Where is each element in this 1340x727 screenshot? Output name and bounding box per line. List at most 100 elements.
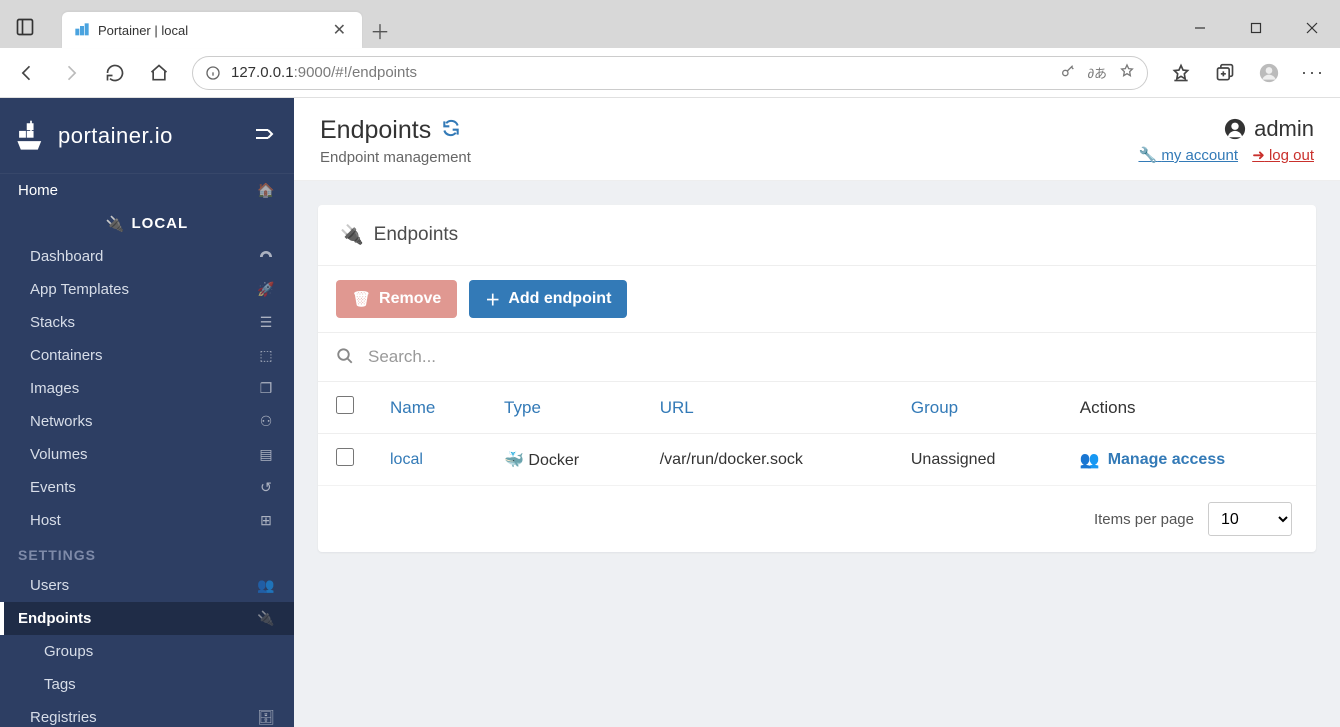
translate-icon[interactable]: ∂あ — [1088, 63, 1107, 82]
browser-tab[interactable]: Portainer | local ✕ — [62, 12, 362, 48]
tab-title: Portainer | local — [98, 23, 329, 38]
endpoint-group: Unassigned — [893, 434, 1062, 486]
endpoint-type: Docker — [528, 452, 579, 469]
wrench-icon: 🔧 — [1138, 147, 1157, 164]
database-icon: 🗄 — [256, 709, 276, 726]
sidebar-item-events[interactable]: Events↺ — [0, 471, 294, 504]
window-controls — [1172, 8, 1340, 48]
search-icon — [336, 347, 354, 368]
refresh-icon[interactable] — [441, 116, 461, 145]
items-per-page-select[interactable]: 10 — [1208, 502, 1292, 536]
sidebar-item-images[interactable]: Images❐ — [0, 372, 294, 405]
logout-link[interactable]: ➜ log out — [1252, 147, 1314, 164]
logout-icon: ➜ — [1252, 147, 1265, 164]
sidebar-item-host[interactable]: Host⊞ — [0, 504, 294, 537]
plug-icon: 🔌 — [106, 215, 126, 233]
page-title: Endpoints — [320, 116, 471, 145]
list-icon: ☰ — [256, 314, 276, 331]
dashboard-icon — [256, 249, 276, 265]
current-user: admin — [1138, 116, 1314, 142]
sidebar-item-networks[interactable]: Networks⚇ — [0, 405, 294, 438]
trash-icon: 🗑 — [352, 290, 371, 308]
page-header: Endpoints Endpoint management admin 🔧 my… — [294, 98, 1340, 181]
favorites-icon[interactable] — [1162, 54, 1200, 92]
window-maximize[interactable] — [1228, 8, 1284, 48]
endpoint-url: /var/run/docker.sock — [642, 434, 893, 486]
plus-icon: ＋ — [485, 289, 500, 310]
home-icon: 🏠 — [256, 182, 276, 199]
sidebar: portainer.io Home🏠 🔌LOCAL Dashboard App … — [0, 98, 294, 727]
sidebar-item-home[interactable]: Home🏠 — [0, 174, 294, 207]
brand[interactable]: portainer.io — [14, 119, 173, 153]
sidebar-section-settings: SETTINGS — [0, 537, 294, 569]
sidebar-item-volumes[interactable]: Volumes▤ — [0, 438, 294, 471]
users-icon: 👥 — [256, 577, 276, 594]
select-all-checkbox[interactable] — [336, 396, 354, 414]
sidebar-item-stacks[interactable]: Stacks☰ — [0, 306, 294, 339]
sitemap-icon: ⚇ — [256, 413, 276, 430]
window-minimize[interactable] — [1172, 8, 1228, 48]
docker-icon: 🐳 — [504, 452, 524, 469]
user-icon — [1224, 118, 1246, 140]
main-content: Endpoints Endpoint management admin 🔧 my… — [294, 98, 1340, 727]
users-icon: 👥 — [1080, 450, 1100, 470]
new-tab-button[interactable]: ＋ — [362, 12, 398, 48]
my-account-link[interactable]: 🔧 my account — [1138, 147, 1238, 164]
cubes-icon: ⬚ — [256, 347, 276, 364]
url-text: 127.0.0.1:9000/#!/endpoints — [231, 64, 1060, 81]
sidebar-item-app-templates[interactable]: App Templates🚀 — [0, 273, 294, 306]
sidebar-item-dashboard[interactable]: Dashboard — [0, 240, 294, 273]
brand-text: portainer.io — [58, 123, 173, 149]
nav-refresh[interactable] — [96, 54, 134, 92]
remove-button[interactable]: 🗑Remove — [336, 280, 457, 318]
sidebar-item-containers[interactable]: Containers⬚ — [0, 339, 294, 372]
endpoints-table: Name Type URL Group Actions local 🐳 Dock… — [318, 382, 1316, 486]
table-row: local 🐳 Docker /var/run/docker.sock Unas… — [318, 434, 1316, 486]
search-input[interactable] — [368, 347, 1298, 367]
items-per-page-label: Items per page — [1094, 511, 1194, 528]
app-menu-icon[interactable] — [10, 12, 40, 42]
browser-titlebar: Portainer | local ✕ ＋ — [0, 0, 1340, 48]
page-subtitle: Endpoint management — [320, 149, 471, 166]
tab-close-icon[interactable]: ✕ — [329, 20, 350, 40]
sidebar-item-tags[interactable]: Tags — [0, 668, 294, 701]
panel-footer: Items per page 10 — [318, 486, 1316, 552]
nav-home[interactable] — [140, 54, 178, 92]
plug-icon: 🔌 — [256, 610, 276, 627]
endpoints-panel: 🔌 Endpoints 🗑Remove ＋Add endpoint Name — [318, 205, 1316, 552]
browser-menu-icon[interactable]: ··· — [1294, 54, 1332, 92]
plug-icon: 🔌 — [340, 223, 364, 247]
col-name[interactable]: Name — [372, 382, 486, 434]
add-endpoint-button[interactable]: ＋Add endpoint — [469, 280, 627, 318]
search-bar — [318, 332, 1316, 382]
address-bar[interactable]: 127.0.0.1:9000/#!/endpoints ∂あ — [192, 56, 1148, 90]
manage-access-link[interactable]: 👥Manage access — [1080, 450, 1225, 470]
brand-icon — [14, 119, 48, 153]
add-favorite-icon[interactable] — [1119, 63, 1135, 82]
panel-header: 🔌 Endpoints — [318, 205, 1316, 266]
sidebar-item-registries[interactable]: Registries🗄 — [0, 701, 294, 727]
sidebar-item-users[interactable]: Users👥 — [0, 569, 294, 602]
col-type[interactable]: Type — [486, 382, 642, 434]
collections-icon[interactable] — [1206, 54, 1244, 92]
col-actions: Actions — [1062, 382, 1316, 434]
sidebar-item-groups[interactable]: Groups — [0, 635, 294, 668]
browser-navbar: 127.0.0.1:9000/#!/endpoints ∂あ ··· — [0, 48, 1340, 98]
endpoint-name-link[interactable]: local — [390, 451, 423, 468]
site-info-icon[interactable] — [205, 65, 221, 81]
sidebar-item-endpoints[interactable]: Endpoints🔌 — [0, 602, 294, 635]
row-checkbox[interactable] — [336, 448, 354, 466]
nav-forward — [52, 54, 90, 92]
col-url[interactable]: URL — [642, 382, 893, 434]
sidebar-header: portainer.io — [0, 98, 294, 174]
sidebar-toggle-icon[interactable] — [254, 126, 274, 145]
sidebar-section-local: 🔌LOCAL — [0, 207, 294, 240]
window-close[interactable] — [1284, 8, 1340, 48]
col-group[interactable]: Group — [893, 382, 1062, 434]
grid-icon: ⊞ — [256, 512, 276, 529]
nav-back[interactable] — [8, 54, 46, 92]
password-icon[interactable] — [1060, 63, 1076, 82]
profile-icon[interactable] — [1250, 54, 1288, 92]
hdd-icon: ▤ — [256, 446, 276, 463]
history-icon: ↺ — [256, 479, 276, 496]
